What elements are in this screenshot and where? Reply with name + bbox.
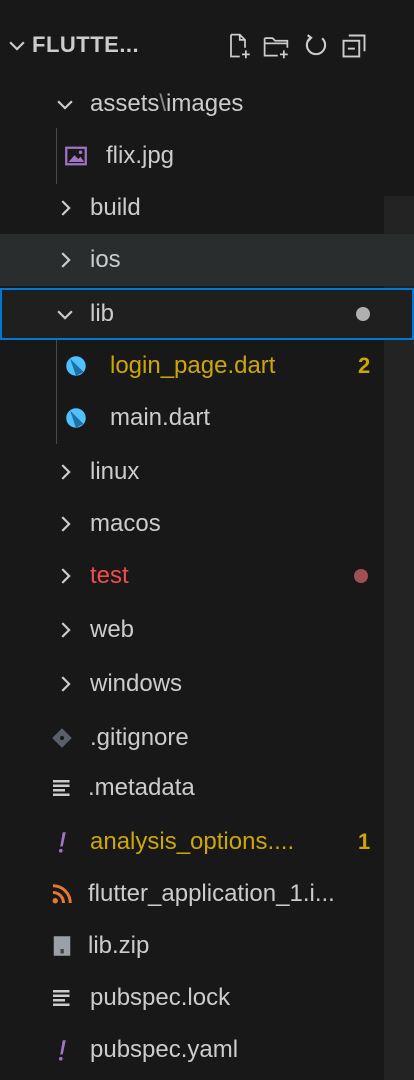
tree-file-pubspec-lock[interactable]: pubspec.lock <box>0 972 414 1024</box>
tree-file-flix-jpg[interactable]: flix.jpg <box>0 130 414 182</box>
tree-file-lib-zip[interactable]: lib.zip <box>0 920 414 972</box>
tree-folder-test[interactable]: test <box>0 550 414 602</box>
folder-label: assets\images <box>90 90 243 118</box>
dart-file-icon <box>66 356 86 376</box>
explorer-header[interactable]: FLUTTE... <box>0 20 414 72</box>
git-diamond-icon <box>52 728 72 748</box>
file-label: .metadata <box>88 774 195 801</box>
folder-label: windows <box>90 670 183 697</box>
chevron-right-icon <box>61 568 71 584</box>
tree-file-pubspec-yaml[interactable]: pubspec.yaml <box>0 1024 414 1076</box>
modified-dot <box>356 307 370 321</box>
tree-folder-web[interactable]: web <box>0 604 414 656</box>
file-label: pubspec.yaml <box>90 1036 239 1063</box>
chevron-right-icon <box>61 200 71 216</box>
chevron-right-icon <box>61 516 71 532</box>
tree-folder-build[interactable]: build <box>0 182 414 234</box>
tree-folder-ios[interactable]: ios <box>0 234 414 286</box>
new-folder-icon[interactable] <box>262 32 290 60</box>
problem-count-badge: 1 <box>358 829 371 854</box>
folder-label: web <box>90 616 135 643</box>
folder-label: ios <box>90 246 121 273</box>
new-file-icon[interactable] <box>224 32 252 60</box>
refresh-icon[interactable] <box>302 32 330 60</box>
problem-count-badge: 2 <box>358 353 371 378</box>
explorer-panel: FLUTTE... assets\images flix.jpg build i… <box>0 0 414 1080</box>
folder-label: build <box>90 194 141 221</box>
zip-file-icon <box>53 936 71 956</box>
chevron-right-icon <box>61 676 71 692</box>
chevron-right-icon <box>61 252 71 268</box>
file-label: main.dart <box>110 404 211 431</box>
chevron-right-icon <box>61 622 71 638</box>
tree-file-analysis-options[interactable]: analysis_options.... 1 <box>0 816 414 868</box>
tree-file-flutter-application-iml[interactable]: flutter_application_1.i... <box>0 868 414 920</box>
chevron-down-icon <box>57 310 73 320</box>
tree-folder-lib[interactable]: lib <box>0 288 414 340</box>
tree-folder-windows[interactable]: windows <box>0 658 414 710</box>
image-file-icon <box>65 146 87 166</box>
yaml-exclamation-icon <box>59 832 66 853</box>
file-label: pubspec.lock <box>90 984 231 1011</box>
tree-file-metadata[interactable]: .metadata <box>0 762 414 814</box>
folder-name-assets: assets <box>90 90 160 117</box>
file-label: .gitignore <box>90 724 189 751</box>
file-label: flix.jpg <box>106 142 175 169</box>
rss-feed-icon <box>52 884 72 904</box>
tree-folder-linux[interactable]: linux <box>0 446 414 498</box>
dart-file-icon <box>66 408 86 428</box>
folder-name-images: images <box>166 90 244 117</box>
file-label: flutter_application_1.i... <box>88 880 335 907</box>
tree-file-main-dart[interactable]: main.dart <box>0 392 414 444</box>
lines-file-icon <box>53 780 70 796</box>
file-label: login_page.dart <box>110 352 276 379</box>
collapse-all-icon[interactable] <box>340 32 368 60</box>
yaml-exclamation-icon <box>59 1040 66 1061</box>
file-label: analysis_options.... <box>90 828 295 855</box>
folder-label: linux <box>90 458 140 485</box>
folder-label: lib <box>90 300 115 327</box>
folder-label: test <box>90 562 129 589</box>
chevron-down-icon <box>57 100 73 110</box>
chevron-down-icon[interactable] <box>6 34 28 56</box>
tree-file-gitignore[interactable]: .gitignore <box>0 712 414 764</box>
folder-label: macos <box>90 510 161 537</box>
workspace-title: FLUTTE... <box>32 32 140 57</box>
tree-folder-macos[interactable]: macos <box>0 498 414 550</box>
lines-file-icon <box>53 990 70 1006</box>
chevron-right-icon <box>61 464 71 480</box>
tree-file-login-page-dart[interactable]: login_page.dart 2 <box>0 340 414 392</box>
error-dot <box>354 569 368 583</box>
tree-folder-assets-images[interactable]: assets\images <box>0 78 414 130</box>
file-label: lib.zip <box>88 932 150 959</box>
